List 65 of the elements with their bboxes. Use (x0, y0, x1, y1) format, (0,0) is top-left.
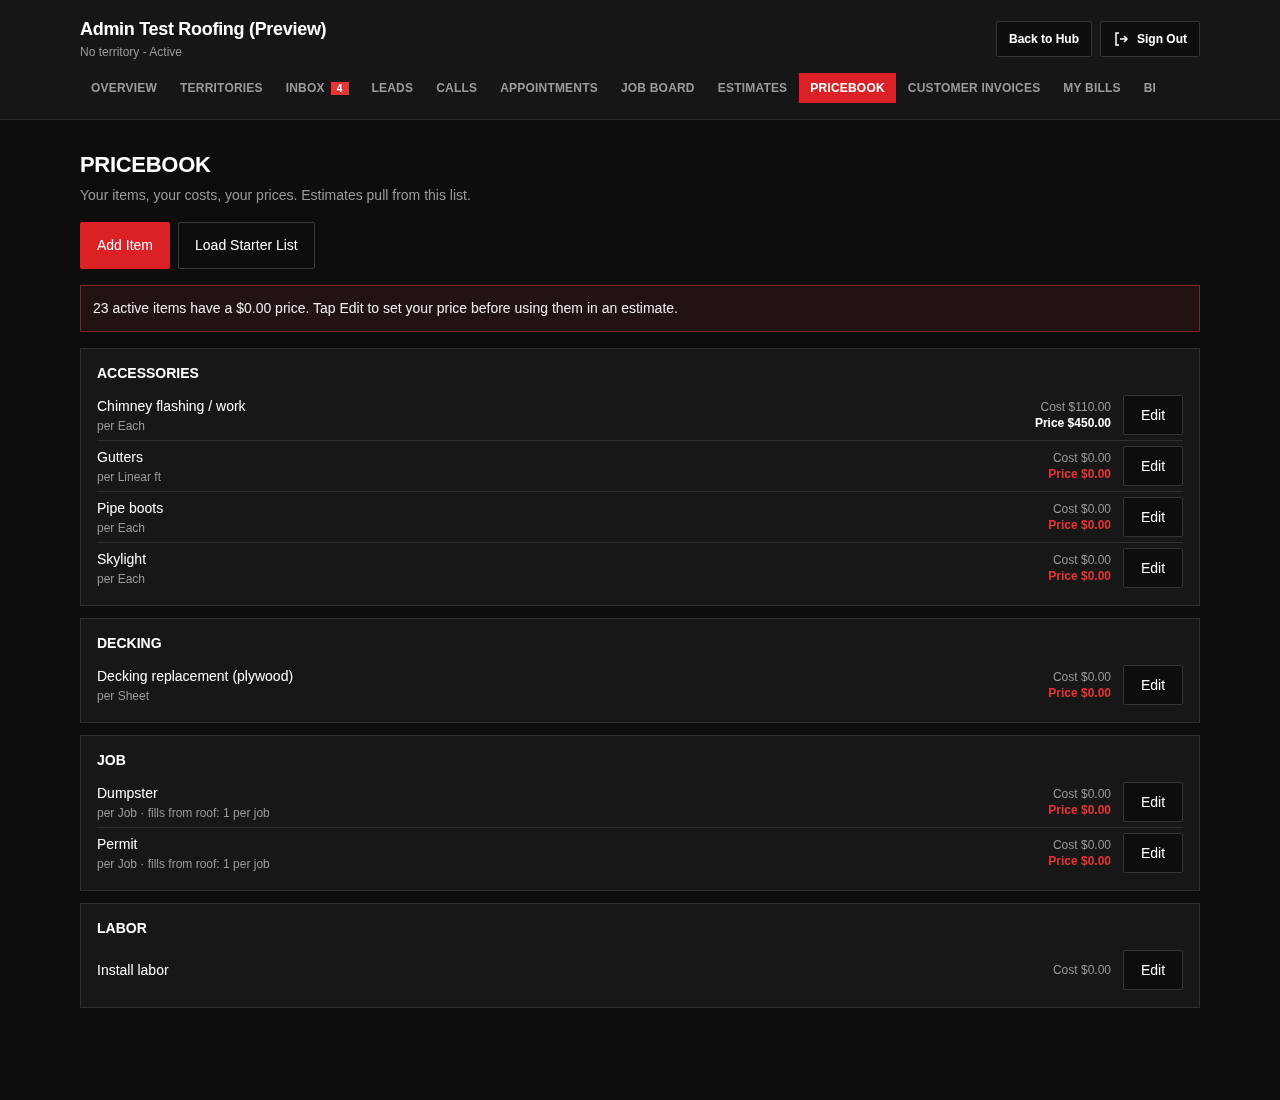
item-cost: Cost $0.00 (1051, 786, 1111, 802)
item-price: Price $450.00 (1034, 415, 1111, 431)
item-price: Price $0.00 (1048, 853, 1111, 869)
category-title: JOB (97, 751, 127, 770)
nav-tab[interactable]: APPOINTMENTS (489, 73, 609, 103)
item-unit: per Job · fills from roof: 1 per job (97, 804, 271, 822)
nav-tab[interactable]: CUSTOMER INVOICES (896, 73, 1052, 103)
edit-button[interactable]: Edit (1123, 497, 1183, 537)
item-price: Price $0.00 (1048, 685, 1111, 701)
nav-tab[interactable]: CALLS (425, 73, 489, 103)
nav-tab[interactable]: ESTIMATES (706, 73, 799, 103)
nav-tab[interactable]: TERRITORIES (169, 73, 274, 103)
category-title: LABOR (97, 919, 148, 938)
item-unit: per Each (97, 417, 147, 435)
item-price: Price $0.00 (1048, 568, 1111, 584)
sign-out-button[interactable]: Sign Out (1100, 20, 1200, 57)
category-title: ACCESSORIES (97, 364, 200, 383)
item-name: Install labor (97, 960, 170, 980)
item-name: Permit (97, 834, 139, 854)
item-cost: Cost $0.00 (1051, 669, 1111, 685)
sign-out-icon (1113, 30, 1129, 47)
item-cost: Cost $0.00 (1051, 837, 1111, 853)
item-cost: Cost $0.00 (1051, 501, 1111, 517)
back-to-hub-button[interactable]: Back to Hub (996, 20, 1092, 57)
item-cost: Cost $0.00 (1052, 962, 1111, 978)
item-unit: per Linear ft (97, 468, 163, 486)
item-unit: per Each (97, 570, 147, 588)
nav-tab[interactable]: OVERVIEW (80, 73, 169, 103)
edit-button[interactable]: Edit (1123, 446, 1183, 486)
edit-button[interactable]: Edit (1123, 833, 1183, 873)
edit-button[interactable]: Edit (1123, 548, 1183, 588)
nav-tab[interactable]: BI (1132, 73, 1168, 103)
item-name: Pipe boots (97, 498, 165, 518)
app-subtitle: No territory - Active (80, 44, 184, 61)
item-unit: per Sheet (97, 687, 151, 705)
warning-alert: 23 active items have a $0.00 price. Tap Edit to set your price before using them in an estimate. (80, 285, 1200, 332)
item-name: Skylight (97, 549, 148, 569)
edit-button[interactable]: Edit (1123, 782, 1183, 822)
add-item-button[interactable]: Add Item (80, 222, 171, 269)
page-description: Your items, your costs, your prices. Estimates pull from this list. (80, 186, 472, 205)
nav-tab[interactable]: MY BILLS (1052, 73, 1132, 103)
item-unit: per Job · fills from roof: 1 per job (97, 855, 271, 873)
item-cost: Cost $0.00 (1051, 552, 1111, 568)
item-price: Price $0.00 (1048, 466, 1111, 482)
nav-tab[interactable]: INBOX 4 (274, 73, 360, 103)
category-title: DECKING (97, 634, 163, 653)
item-price: Price $0.00 (1048, 517, 1111, 533)
nav-tab[interactable]: JOB BOARD (609, 73, 706, 103)
item-name: Gutters (97, 447, 144, 467)
item-unit: per Each (97, 519, 147, 537)
app-title: Admin Test Roofing (Preview) (80, 18, 327, 41)
load-starter-list-button[interactable]: Load Starter List (178, 222, 315, 269)
item-price: Price $0.00 (1048, 802, 1111, 818)
item-name: Chimney flashing / work (97, 396, 247, 416)
page-title: PRICEBOOK (80, 151, 212, 179)
item-name: Decking replacement (plywood) (97, 666, 295, 686)
item-cost: Cost $0.00 (1051, 450, 1111, 466)
edit-button[interactable]: Edit (1123, 665, 1183, 705)
unread-count-badge: 4 (330, 82, 349, 95)
item-name: Dumpster (97, 783, 159, 803)
item-cost: Cost $110.00 (1039, 399, 1111, 415)
nav-tab[interactable]: PRICEBOOK (799, 73, 896, 103)
nav-tab[interactable]: LEADS (360, 73, 425, 103)
edit-button[interactable]: Edit (1123, 950, 1183, 990)
edit-button[interactable]: Edit (1123, 395, 1183, 435)
